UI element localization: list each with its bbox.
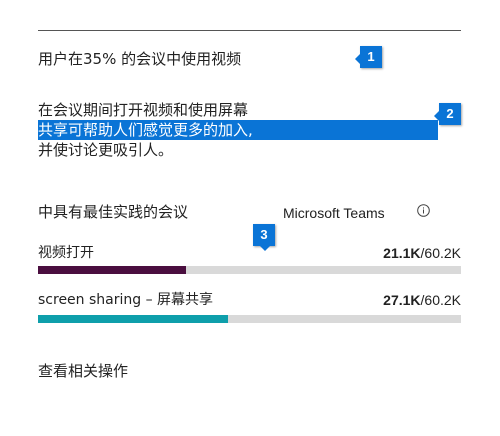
progress-fill-screen-sharing [38,315,229,323]
progress-fill-video-on [38,266,187,274]
callout-badge-1: 1 [355,46,382,68]
section-title: 中具有最佳实践的会议 [38,203,189,221]
metric-value-screen-sharing: 27.1K/60.2K [383,292,461,308]
metric-value-video-on: 21.1K/60.2K [383,245,461,261]
metric-total: /60.2K [420,245,461,261]
callout-number: 1 [367,49,375,64]
callout-badge-3: 3 [253,224,275,251]
headline: 用户在35% 的会议中使用视频 [38,50,242,68]
description-line-1: 在会议期间打开视频和使用屏幕 [38,101,249,119]
top-divider [38,30,461,31]
metric-label-screen-sharing: screen sharing – 屏幕共享 [38,292,214,308]
callout-number: 2 [446,106,454,121]
product-name: Microsoft Teams [283,205,385,221]
progress-track-screen-sharing [38,315,461,323]
progress-track-video-on [38,266,461,274]
callout-badge-2: 2 [434,103,461,125]
metric-label-video-on: 视频打开 [38,245,94,261]
metric-total: /60.2K [420,292,461,308]
metric-count: 27.1K [383,292,421,308]
description-line-2-highlighted: 共享可帮助人们感觉更多的加入, [38,120,438,140]
view-related-actions-link[interactable]: 查看相关操作 [38,362,128,380]
description-line-3: 并使讨论更吸引人。 [38,141,174,159]
description: 在会议期间打开视频和使用屏幕 共享可帮助人们感觉更多的加入, 并使讨论更吸引人。 [38,100,458,160]
metric-count: 21.1K [383,245,421,261]
insight-card: 用户在35% 的会议中使用视频 在会议期间打开视频和使用屏幕 共享可帮助人们感觉… [0,0,500,436]
callout-number: 3 [260,227,268,242]
info-circle-icon[interactable] [417,204,430,217]
